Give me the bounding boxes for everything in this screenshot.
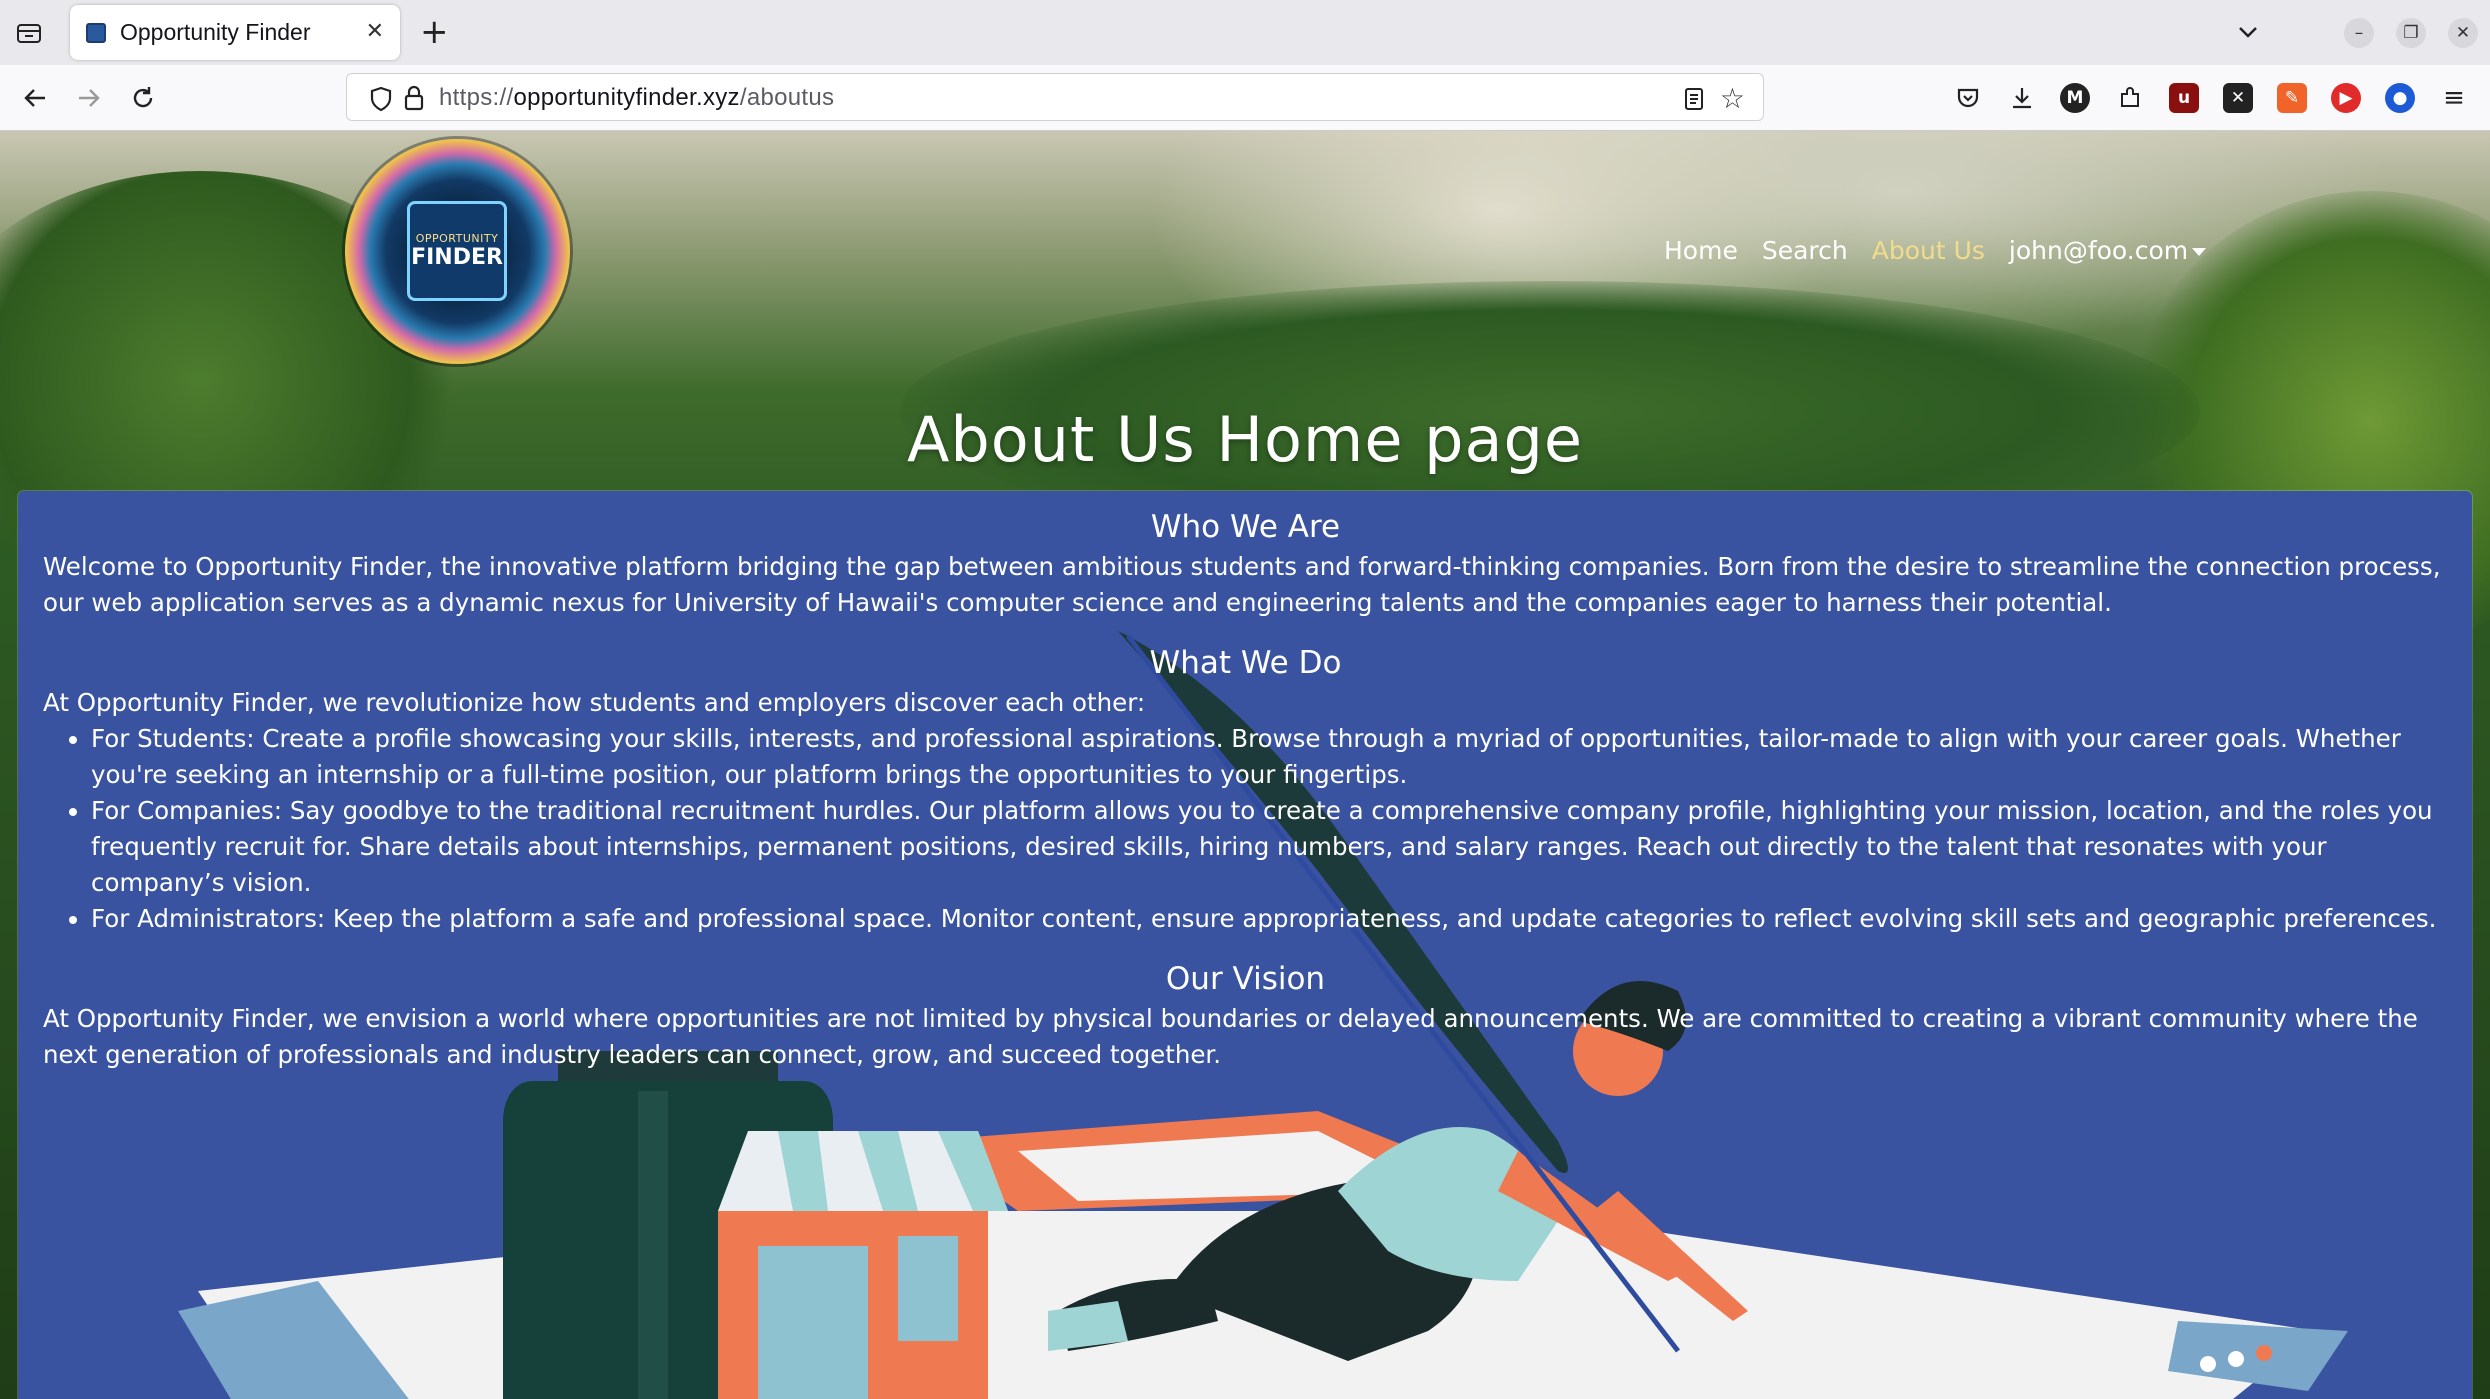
pocket-icon[interactable] <box>1953 83 1983 113</box>
extensions-puzzle-icon[interactable] <box>2115 83 2145 113</box>
nav-search[interactable]: Search <box>1762 236 1848 265</box>
bookmark-star-icon[interactable]: ☆ <box>1720 82 1745 115</box>
caret-down-icon <box>2192 248 2207 256</box>
close-tab-icon[interactable]: ✕ <box>366 19 384 44</box>
restore-icon[interactable]: ❐ <box>2396 18 2426 48</box>
logo-text-top: OPPORTUNITY <box>415 232 499 245</box>
site-logo[interactable]: OPPORTUNITY FINDER <box>345 139 570 364</box>
what-we-do-list: For Students: Create a profile showcasin… <box>43 721 2448 937</box>
nav-home[interactable]: Home <box>1664 236 1738 265</box>
orange-extension-icon[interactable]: ✎ <box>2277 83 2307 113</box>
nav-about-us[interactable]: About Us <box>1872 236 1985 265</box>
download-icon[interactable] <box>2007 83 2037 113</box>
our-vision-text: At Opportunity Finder, we envision a wor… <box>43 1004 2418 1069</box>
list-item: For Companies: Say goodbye to the tradit… <box>91 793 2448 901</box>
logo-text-bottom: FINDER <box>411 245 503 270</box>
list-item: For Students: Create a profile showcasin… <box>91 721 2448 793</box>
blue-extension-icon[interactable]: ● <box>2385 83 2415 113</box>
back-icon[interactable] <box>18 81 52 115</box>
menu-icon[interactable]: ≡ <box>2439 83 2469 113</box>
what-we-do-heading: What We Do <box>1149 645 1342 681</box>
url-text: https://opportunityfinder.xyz/aboutus <box>439 84 835 111</box>
reload-icon[interactable] <box>126 81 160 115</box>
who-we-are-text: Welcome to Opportunity Finder, the innov… <box>43 552 2441 617</box>
tab-list-icon[interactable] <box>14 18 44 48</box>
nav-user-dropdown[interactable]: john@foo.com <box>2008 236 2207 265</box>
list-item-text: Keep the platform a safe and professiona… <box>325 904 2437 933</box>
page-title: About Us Home page <box>906 403 1584 476</box>
browser-tab[interactable]: Opportunity Finder ✕ <box>70 5 400 60</box>
minimize-icon[interactable]: – <box>2344 18 2374 48</box>
list-item-label: For Companies: <box>91 796 283 825</box>
new-tab-icon[interactable]: + <box>420 14 449 50</box>
dark-extension-icon[interactable]: ✕ <box>2223 83 2253 113</box>
our-vision-heading: Our Vision <box>1165 961 1326 997</box>
list-item-text: Say goodbye to the traditional recruitme… <box>91 796 2433 897</box>
who-we-are-heading: Who We Are <box>1150 509 1341 545</box>
user-email: john@foo.com <box>2008 236 2189 265</box>
what-we-do-intro: At Opportunity Finder, we revolutionize … <box>43 688 1146 717</box>
site-nav: Home Search About Us john@foo.com <box>1664 236 2207 265</box>
ublock-icon[interactable]: u <box>2169 83 2199 113</box>
browser-toolbar: https://opportunityfinder.xyz/aboutus ☆ … <box>0 65 2490 131</box>
red-extension-icon[interactable]: ▶ <box>2331 83 2361 113</box>
browser-tab-bar: Opportunity Finder ✕ + – ❐ ✕ <box>0 0 2490 65</box>
favicon-icon <box>86 22 106 43</box>
url-bar[interactable]: https://opportunityfinder.xyz/aboutus ☆ <box>346 73 1764 121</box>
list-item: For Administrators: Keep the platform a … <box>91 901 2448 937</box>
logo-chip: OPPORTUNITY FINDER <box>407 201 507 301</box>
forward-icon[interactable] <box>72 81 106 115</box>
tracking-shield-icon[interactable] <box>369 86 393 116</box>
list-item-label: For Students: <box>91 724 255 753</box>
about-panel: Who We Are Welcome to Opportunity Finder… <box>18 491 2472 1399</box>
m-extension-icon[interactable]: M <box>2060 83 2090 113</box>
chevron-down-icon[interactable] <box>2234 18 2262 50</box>
list-item-label: For Administrators: <box>91 904 326 933</box>
close-window-icon[interactable]: ✕ <box>2448 18 2478 48</box>
web-page: OPPORTUNITY FINDER Home Search About Us … <box>0 131 2490 1399</box>
list-item-text: Create a profile showcasing your skills,… <box>91 724 2401 789</box>
about-text: Who We Are Welcome to Opportunity Finder… <box>43 491 2448 1073</box>
reader-view-icon[interactable] <box>1683 86 1705 116</box>
tab-title: Opportunity Finder <box>120 19 311 45</box>
lock-icon[interactable] <box>403 84 425 116</box>
